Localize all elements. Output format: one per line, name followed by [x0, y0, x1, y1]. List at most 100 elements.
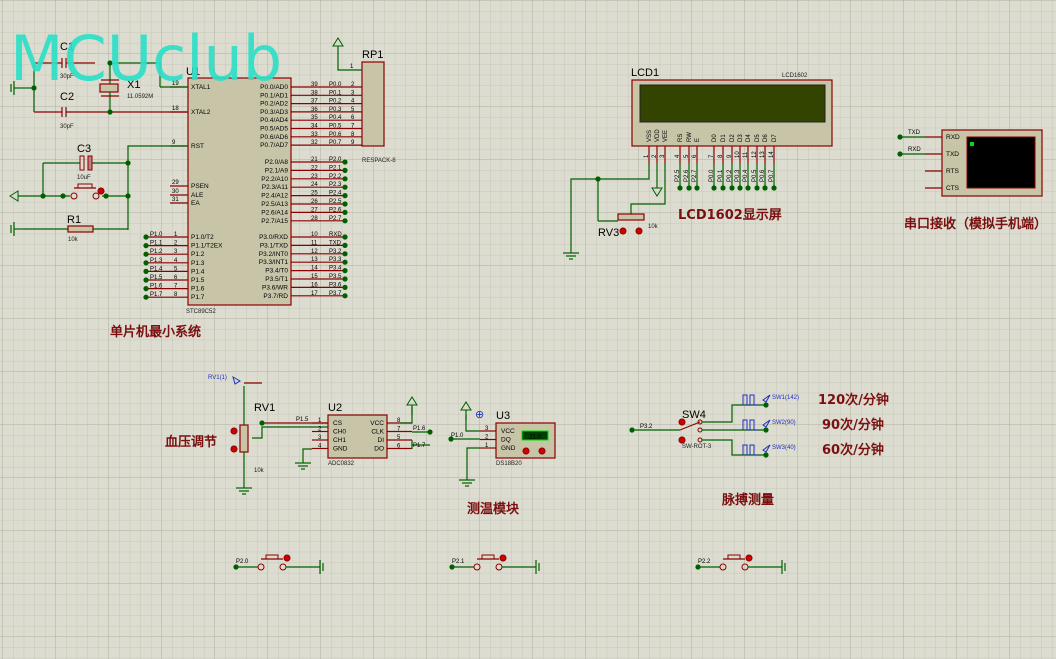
lcd-pin-name: D0	[712, 134, 718, 142]
pin-state-indicator	[538, 447, 546, 455]
u3-pin-name: GND	[501, 445, 516, 452]
net-label: P3.4	[329, 266, 342, 272]
c2-value: 30pF	[60, 124, 74, 130]
u2-pin-name: CH0	[333, 429, 346, 436]
rv3-value: 10k	[648, 224, 659, 230]
terminal-pin-name: TXD	[946, 151, 959, 158]
net-label: P2.0	[236, 559, 249, 565]
net-label: P2.7	[329, 216, 342, 222]
u1-pin-number: 34	[311, 124, 318, 130]
net-label: P0.7	[329, 140, 342, 146]
net-terminal-dot	[897, 151, 903, 157]
u2-pin-name: DO	[374, 446, 384, 453]
net-label: P0.6	[760, 169, 766, 182]
u3-pin-name: VCC	[501, 428, 515, 435]
terminal-cursor	[970, 142, 974, 146]
net-terminal-dot	[897, 134, 903, 140]
net-terminal-dot	[342, 284, 348, 290]
lcd-ref: LCD1	[631, 67, 659, 79]
title-pulse: 脉搏测量	[721, 492, 774, 508]
u1-pin-name: P3.3/INT1	[259, 259, 289, 266]
u1-pin-number: 32	[311, 140, 318, 146]
u1-pin-number: 31	[172, 197, 179, 203]
net-terminal-dot	[143, 243, 149, 249]
terminal-pin-name: RTS	[946, 168, 960, 175]
junction-dot	[125, 160, 131, 166]
u1-pin-number: 16	[311, 282, 318, 288]
lcd-pin-name: D1	[721, 134, 727, 142]
schematic-canvas[interactable]: U1STC89C5219 XTAL118 XTAL29 RST29 PSEN30 ALE3…	[0, 0, 1056, 659]
u1-pin-number: 35	[311, 115, 318, 121]
u3-ref: U3	[496, 410, 510, 422]
u1-pin-name: P1.5	[191, 277, 205, 284]
pin-state-indicator	[499, 554, 507, 562]
net-label: P0.1	[718, 169, 724, 182]
u1-pin-name: P0.2/AD2	[260, 101, 288, 108]
u3-part-label: DS18B20	[496, 461, 522, 467]
lcd-pin-name: D3	[738, 134, 744, 142]
net-terminal-dot	[342, 159, 348, 165]
c3-plate	[87, 155, 93, 171]
net-label: P2.2	[329, 174, 342, 180]
net-label: P2.4	[329, 191, 342, 197]
u1-pin-name: P2.3/A11	[262, 184, 289, 191]
u2-pin-name: CS	[333, 420, 343, 427]
u1-pin-name: P1.1/T2EX	[191, 243, 223, 250]
lcd-pin-number: 12	[752, 151, 758, 158]
pin-state-indicator	[635, 227, 643, 235]
u2-pin-name: DI	[378, 437, 385, 444]
pin-state-indicator	[745, 554, 753, 562]
u3-pin-name: DQ	[501, 437, 511, 444]
generator-label: SW2(90)	[772, 420, 796, 426]
potentiometer-rv1[interactable]	[239, 424, 249, 453]
net-label: P1.1	[150, 241, 163, 247]
net-terminal-dot	[711, 185, 717, 191]
net-label: P0.5	[752, 169, 758, 182]
u1-pin-number: 33	[311, 132, 318, 138]
junction-dot	[763, 427, 769, 433]
c3-ref: C3	[77, 143, 91, 155]
net-label: P1.2	[150, 249, 163, 255]
u1-pin-number: 14	[311, 266, 318, 272]
resistor-pack-rp1[interactable]	[361, 61, 385, 147]
net-terminal-dot	[143, 234, 149, 240]
u1-pin-name: P1.6	[191, 286, 205, 293]
resistor-r1[interactable]	[67, 225, 94, 233]
net-label: P1.0	[451, 433, 464, 439]
u1-pin-name: P3.7/RD	[263, 293, 288, 300]
pin-state-indicator	[230, 427, 238, 435]
net-label: P3.5	[329, 274, 342, 280]
net-label: P1.5	[150, 275, 163, 281]
net-label: P1.6	[413, 426, 426, 432]
lcd-pin-name: E	[695, 138, 701, 142]
net-label: P1.4	[150, 266, 163, 272]
u1-pin-name: P2.5/A13	[261, 201, 288, 208]
net-label: P2.3	[329, 182, 342, 188]
u1-pin-number: 15	[311, 274, 318, 280]
title-lcd1602: LCD1602显示屏	[678, 208, 782, 223]
u2-pin-name: CLK	[371, 429, 384, 436]
u1-pin-name: P0.6/AD6	[260, 134, 288, 141]
net-label: P0.6	[329, 132, 342, 138]
net-label: P0.0	[329, 82, 342, 88]
u1-pin-number: 12	[311, 249, 318, 255]
junction-dot	[103, 193, 109, 199]
u1-pin-number: 36	[311, 107, 318, 113]
pin-state-indicator	[97, 187, 105, 195]
net-terminal-dot	[762, 185, 768, 191]
net-terminal-dot	[427, 429, 433, 435]
lcd-pin-name: VSS	[647, 130, 653, 142]
net-label: P0.4	[329, 115, 342, 121]
generator-label: SW3(40)	[772, 445, 796, 451]
potentiometer-rv3[interactable]	[617, 213, 645, 221]
rv1-ref: RV1	[254, 402, 275, 414]
u1-pin-name: P1.4	[191, 268, 205, 275]
net-terminal-dot	[342, 184, 348, 190]
u2-pin-name: CH1	[333, 437, 346, 444]
net-label: P2.1	[329, 165, 342, 171]
u1-pin-number: 38	[311, 90, 318, 96]
pulse-rate-label: 60次/分钟	[822, 442, 884, 458]
r1-ref: R1	[67, 214, 81, 226]
net-label: P2.6	[684, 169, 690, 182]
net-terminal-dot	[342, 276, 348, 282]
